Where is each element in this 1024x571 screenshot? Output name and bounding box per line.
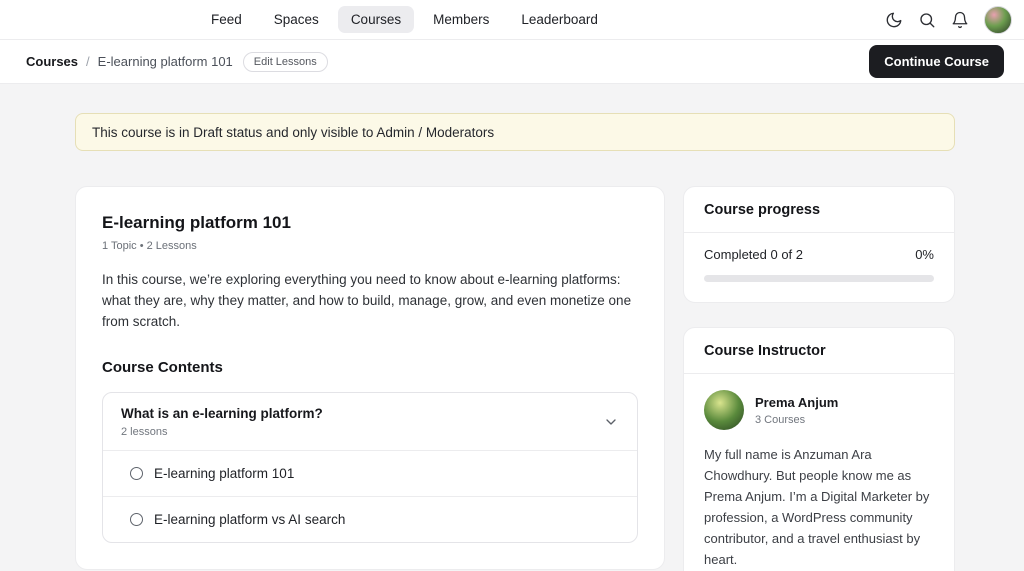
draft-status-banner: This course is in Draft status and only …	[75, 113, 955, 151]
draft-status-text: This course is in Draft status and only …	[92, 124, 495, 140]
course-sidebar: Course progress Completed 0 of 2 0% Cour…	[683, 186, 955, 571]
topic-accordion: What is an e-learning platform? 2 lesson…	[102, 392, 638, 543]
course-instructor-heading: Course Instructor	[684, 328, 954, 374]
content-columns: E-learning platform 101 1 Topic • 2 Less…	[75, 186, 955, 571]
nav-item-leaderboard[interactable]: Leaderboard	[508, 6, 611, 33]
progress-row: Completed 0 of 2 0%	[704, 247, 934, 262]
topic-title: What is an e-learning platform?	[121, 406, 323, 421]
primary-nav: Feed Spaces Courses Members Leaderboard	[198, 6, 611, 33]
topic-header-text: What is an e-learning platform? 2 lesson…	[121, 406, 323, 438]
progress-percent-label: 0%	[915, 247, 934, 262]
breadcrumb-separator: /	[86, 54, 90, 69]
breadcrumb-current-course: E-learning platform 101	[97, 54, 233, 69]
chevron-down-icon[interactable]	[603, 414, 619, 430]
course-description: In this course, we’re exploring everythi…	[102, 272, 632, 329]
course-subheader: Courses / E-learning platform 101 Edit L…	[0, 40, 1024, 84]
instructor-profile[interactable]: Prema Anjum 3 Courses	[704, 390, 934, 430]
course-meta: 1 Topic • 2 Lessons	[102, 240, 197, 252]
instructor-avatar[interactable]	[704, 390, 744, 430]
notifications-bell-icon[interactable]	[951, 11, 969, 29]
instructor-body: Prema Anjum 3 Courses My full name is An…	[684, 374, 954, 571]
course-title: E-learning platform 101	[102, 213, 291, 232]
search-icon[interactable]	[918, 11, 936, 29]
main-content: This course is in Draft status and only …	[75, 113, 955, 571]
dark-mode-moon-icon[interactable]	[885, 11, 903, 29]
lesson-status-circle-icon	[130, 467, 143, 480]
lesson-title: E-learning platform vs AI search	[154, 512, 346, 527]
instructor-identity: Prema Anjum 3 Courses	[755, 395, 838, 426]
lesson-row-2[interactable]: E-learning platform vs AI search	[103, 496, 637, 542]
topic-lesson-count: 2 lessons	[121, 426, 168, 438]
topic-accordion-header[interactable]: What is an e-learning platform? 2 lesson…	[103, 393, 637, 450]
nav-actions	[885, 5, 1012, 34]
instructor-name: Prema Anjum	[755, 394, 839, 410]
top-navigation-bar: Feed Spaces Courses Members Leaderboard	[0, 0, 1024, 40]
course-progress-body: Completed 0 of 2 0%	[684, 233, 954, 302]
instructor-course-count: 3 Courses	[755, 413, 806, 426]
lesson-title: E-learning platform 101	[154, 466, 295, 481]
progress-bar-track	[704, 275, 934, 282]
user-avatar[interactable]	[984, 5, 1012, 34]
nav-item-feed[interactable]: Feed	[198, 6, 255, 33]
edit-lessons-button[interactable]: Edit Lessons	[242, 51, 328, 72]
nav-item-members[interactable]: Members	[420, 6, 502, 33]
breadcrumb-courses-link[interactable]: Courses	[26, 54, 78, 69]
lesson-row-1[interactable]: E-learning platform 101	[103, 450, 637, 496]
instructor-bio: My full name is Anzuman Ara Chowdhury. B…	[704, 447, 930, 567]
lesson-status-circle-icon	[130, 513, 143, 526]
nav-item-courses[interactable]: Courses	[337, 6, 415, 33]
course-progress-card: Course progress Completed 0 of 2 0%	[683, 186, 955, 303]
continue-course-button[interactable]: Continue Course	[869, 45, 1004, 78]
course-progress-heading: Course progress	[684, 187, 954, 233]
course-instructor-card: Course Instructor Prema Anjum 3 Courses …	[683, 327, 955, 571]
course-contents-heading: Course Contents	[102, 359, 223, 376]
nav-item-spaces[interactable]: Spaces	[261, 6, 332, 33]
progress-completed-label: Completed 0 of 2	[704, 247, 804, 262]
course-detail-card: E-learning platform 101 1 Topic • 2 Less…	[75, 186, 665, 570]
